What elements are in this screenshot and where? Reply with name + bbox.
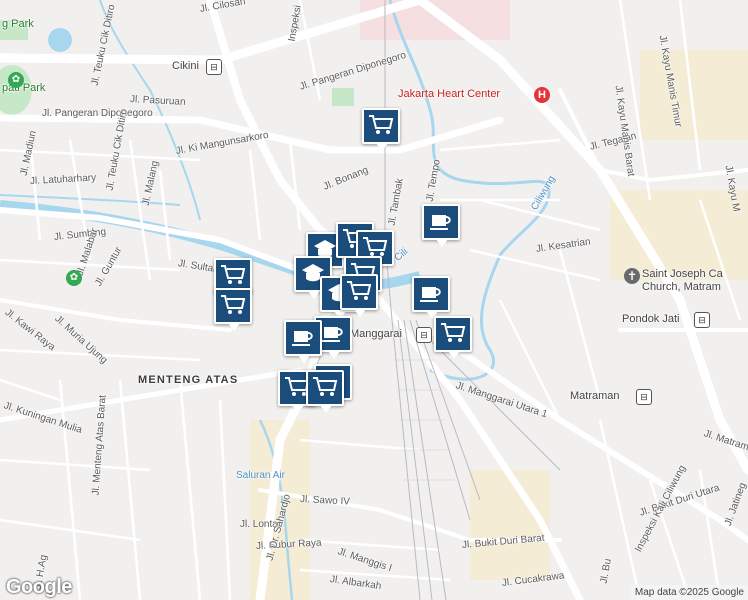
coffee-icon [430, 215, 451, 230]
place-label-manggarai: Manggarai [350, 328, 402, 340]
water-label-saluran-air: Saluran Air [236, 470, 285, 481]
train-station-icon: ⊟ [416, 327, 432, 343]
coffee-icon [292, 331, 313, 346]
shopping-cart-icon [369, 115, 394, 134]
place-label-park-1: g Park [2, 18, 34, 30]
place-label-saint-joseph-church: Saint Joseph Ca Church, Matram [642, 268, 723, 293]
shopping-cart-icon [221, 265, 246, 284]
church-icon: ✝ [624, 268, 640, 284]
train-station-icon: ⊟ [636, 389, 652, 405]
shopping-cart-icon [347, 281, 372, 300]
map-marker-shopping-cart[interactable] [434, 316, 472, 359]
train-station-icon: ⊟ [694, 312, 710, 328]
train-station-icon: ⊟ [206, 59, 222, 75]
coffee-icon [420, 287, 441, 302]
place-label-pondok-jati: Pondok Jati [622, 313, 680, 325]
map-marker-coffee[interactable] [412, 276, 450, 319]
google-logo: Google [6, 576, 72, 598]
map-canvas[interactable]: Jl. Cilosari Jl. Teuku Cik Ditiro Jl. Pa… [0, 0, 748, 600]
park-icon: ✿ [8, 72, 24, 88]
place-label-cikini: Cikini [172, 60, 199, 72]
shopping-cart-icon [441, 323, 466, 342]
area-label-menteng-atas: MENTENG ATAS [138, 374, 239, 386]
hospital-icon: H [534, 87, 550, 103]
map-marker-coffee[interactable] [422, 204, 460, 247]
coffee-icon [322, 327, 343, 342]
map-marker-shopping-cart[interactable] [214, 288, 252, 331]
map-marker-shopping-cart[interactable] [306, 370, 344, 413]
map-marker-coffee[interactable] [284, 320, 322, 363]
place-label-jakarta-heart-center: Jakarta Heart Center [398, 88, 501, 100]
park-icon: ✿ [66, 270, 82, 286]
map-marker-shopping-cart[interactable] [340, 274, 378, 317]
map-attribution[interactable]: Map data ©2025 Google [630, 585, 748, 600]
shopping-cart-icon [313, 377, 338, 396]
map-marker-shopping-cart[interactable] [362, 108, 400, 151]
shopping-cart-icon [221, 295, 246, 314]
street-label-diponegoro-west: Jl. Pangeran Diponegoro [42, 108, 153, 119]
place-label-matraman: Matraman [570, 390, 620, 402]
